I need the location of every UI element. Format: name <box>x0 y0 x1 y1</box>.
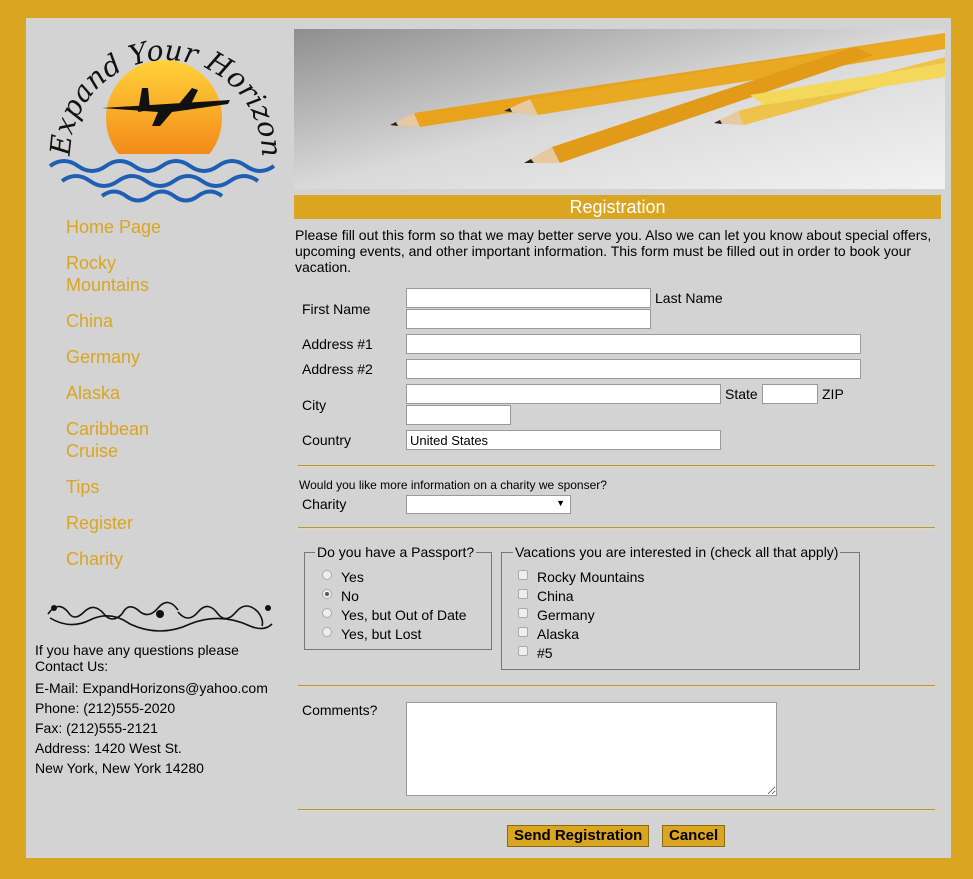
vacation-option-label: Alaska <box>537 626 580 642</box>
send-registration-button[interactable]: Send Registration <box>507 825 650 847</box>
passport-radio-out-of-date[interactable] <box>322 608 332 618</box>
cancel-button[interactable]: Cancel <box>662 825 726 847</box>
address2-input[interactable] <box>406 359 861 379</box>
vacation-option-label: China <box>537 588 574 604</box>
passport-fieldset: Do you have a Passport? Yes No Yes, but … <box>304 544 492 650</box>
vacations-legend: Vacations you are interested in (check a… <box>513 544 841 560</box>
vacation-option-label: Rocky Mountains <box>537 569 645 585</box>
contact-question: If you have any questions please Contact… <box>35 642 239 674</box>
vacation-checkbox-rocky-mountains[interactable] <box>518 570 528 580</box>
nav-china[interactable]: China <box>66 310 196 332</box>
charity-question: Would you like more information on a cha… <box>299 478 607 492</box>
nav-charity[interactable]: Charity <box>66 548 196 570</box>
city-label: City <box>302 397 327 413</box>
comments-label: Comments? <box>302 702 378 718</box>
passport-option-label: No <box>341 588 359 604</box>
vacation-option-label: Germany <box>537 607 595 623</box>
contact-phone: Phone: (212)555-2020 <box>35 700 176 716</box>
logo: Expand Your Horizons <box>42 26 282 203</box>
contact-fax: Fax: (212)555-2121 <box>35 720 158 736</box>
zip-input[interactable] <box>406 405 511 425</box>
address2-label: Address #2 <box>302 361 373 377</box>
state-input[interactable] <box>762 384 818 404</box>
contact-city: New York, New York 14280 <box>35 760 204 776</box>
decorative-flourish <box>47 601 273 632</box>
nav-home-page[interactable]: Home Page <box>66 216 196 238</box>
country-input[interactable] <box>406 430 721 450</box>
contact-info: If you have any questions please Contact… <box>35 642 285 778</box>
vacation-checkbox-alaska[interactable] <box>518 627 528 637</box>
contact-address: Address: 1420 West St. <box>35 740 182 756</box>
vacation-checkbox-china[interactable] <box>518 589 528 599</box>
divider <box>298 465 935 467</box>
country-label: Country <box>302 432 352 448</box>
sidebar-nav: Home Page Rocky Mountains China Germany … <box>66 216 196 584</box>
passport-option-label: Yes, but Out of Date <box>341 607 467 623</box>
state-label: State <box>725 386 758 402</box>
nav-germany[interactable]: Germany <box>66 346 196 368</box>
charity-select[interactable]: ▼ <box>406 495 571 514</box>
divider <box>298 527 935 529</box>
divider <box>298 685 935 687</box>
last-name-input[interactable] <box>406 309 651 329</box>
first-name-label: First Name <box>302 301 371 317</box>
vacation-checkbox-5[interactable] <box>518 646 528 656</box>
passport-radio-no[interactable] <box>322 589 332 599</box>
hero-image-pencils <box>294 29 945 189</box>
comments-textarea[interactable] <box>406 702 777 796</box>
passport-radio-yes[interactable] <box>322 570 332 580</box>
first-name-input[interactable] <box>406 288 651 308</box>
vacations-fieldset: Vacations you are interested in (check a… <box>501 544 860 670</box>
divider <box>298 809 935 811</box>
contact-email: E-Mail: ExpandHorizons@yahoo.com <box>35 680 268 696</box>
nav-caribbean-cruise[interactable]: Caribbean Cruise <box>66 418 196 462</box>
passport-radio-lost[interactable] <box>322 627 332 637</box>
nav-tips[interactable]: Tips <box>66 476 196 498</box>
registration-title: Registration <box>294 195 941 219</box>
passport-legend: Do you have a Passport? <box>315 544 477 560</box>
last-name-label: Last Name <box>655 290 723 306</box>
nav-alaska[interactable]: Alaska <box>66 382 196 404</box>
address1-label: Address #1 <box>302 336 373 352</box>
nav-rocky-mountains[interactable]: Rocky Mountains <box>66 252 196 296</box>
vacation-option-label: #5 <box>537 645 553 661</box>
chevron-down-icon: ▼ <box>556 498 565 508</box>
registration-intro: Please fill out this form so that we may… <box>295 227 932 275</box>
zip-label: ZIP <box>822 386 844 402</box>
passport-option-label: Yes, but Lost <box>341 626 422 642</box>
address1-input[interactable] <box>406 334 861 354</box>
nav-register[interactable]: Register <box>66 512 196 534</box>
page-frame: Expand Your Horizons Home Page Rocky Mou… <box>26 18 951 858</box>
passport-option-label: Yes <box>341 569 364 585</box>
city-input[interactable] <box>406 384 721 404</box>
vacation-checkbox-germany[interactable] <box>518 608 528 618</box>
charity-label: Charity <box>302 496 347 512</box>
